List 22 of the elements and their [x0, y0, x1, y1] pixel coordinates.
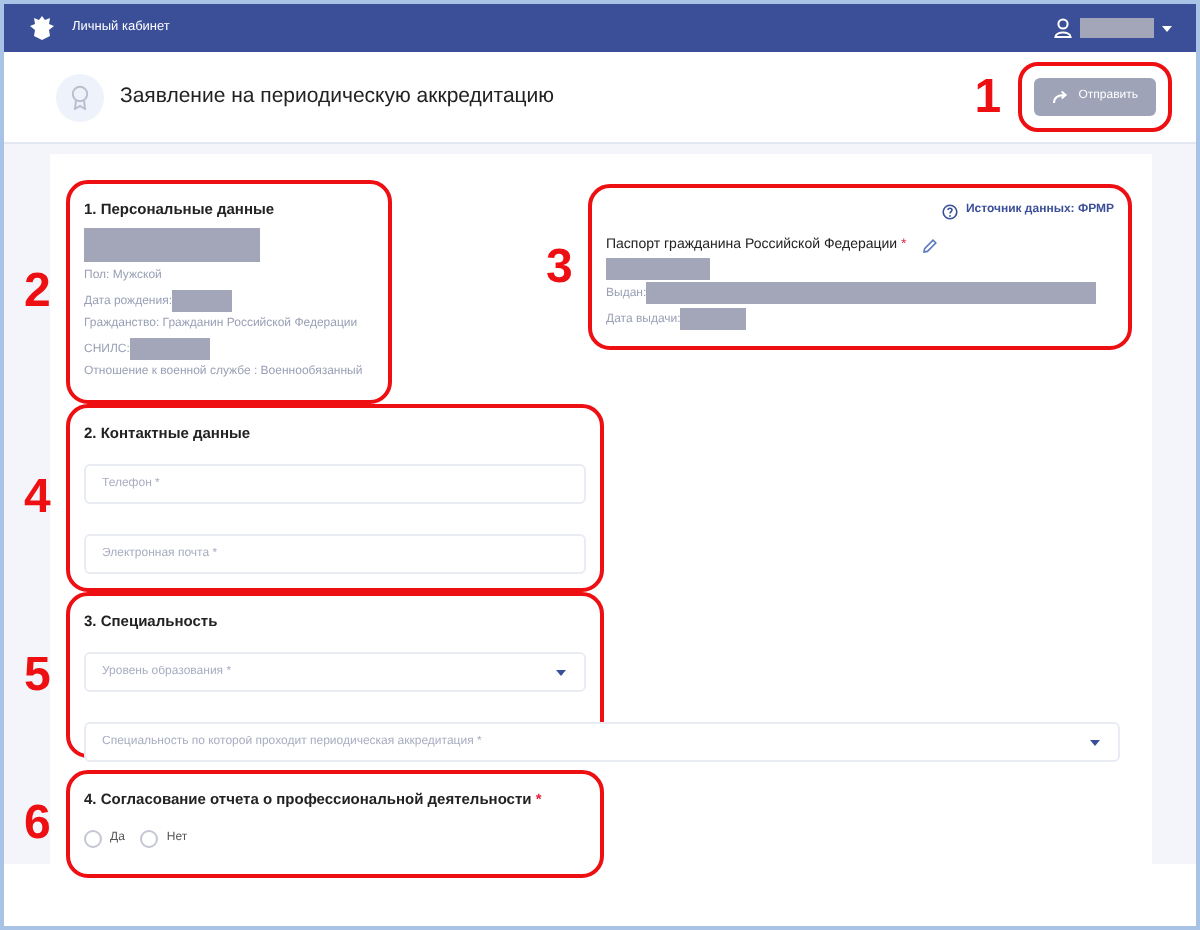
redaction-bar — [172, 289, 232, 312]
annotation-number: 1 — [974, 73, 1002, 121]
annotation-number: 4 — [24, 474, 51, 523]
radio-button[interactable] — [84, 830, 102, 849]
emblem-icon — [28, 14, 56, 42]
radio-button[interactable] — [140, 830, 159, 849]
annotation-number: 5 — [24, 651, 51, 700]
redaction-bar — [606, 257, 710, 279]
annotation-number: 6 — [24, 800, 51, 849]
page-title: Заявление на периодическую аккредитацию — [120, 81, 555, 112]
annotation-number: 2 — [24, 267, 51, 316]
share-icon — [1052, 90, 1069, 104]
redaction-bar — [129, 337, 210, 360]
help-icon — [941, 203, 958, 219]
caret-icon[interactable] — [556, 670, 566, 677]
caret-icon[interactable] — [1162, 25, 1172, 31]
medal-icon — [56, 73, 104, 121]
user-icon[interactable] — [1054, 18, 1072, 38]
pencil-icon[interactable] — [922, 238, 939, 255]
annotation-number: 3 — [546, 243, 573, 292]
caret-icon[interactable] — [1090, 740, 1100, 747]
redaction-bar — [1080, 18, 1154, 38]
